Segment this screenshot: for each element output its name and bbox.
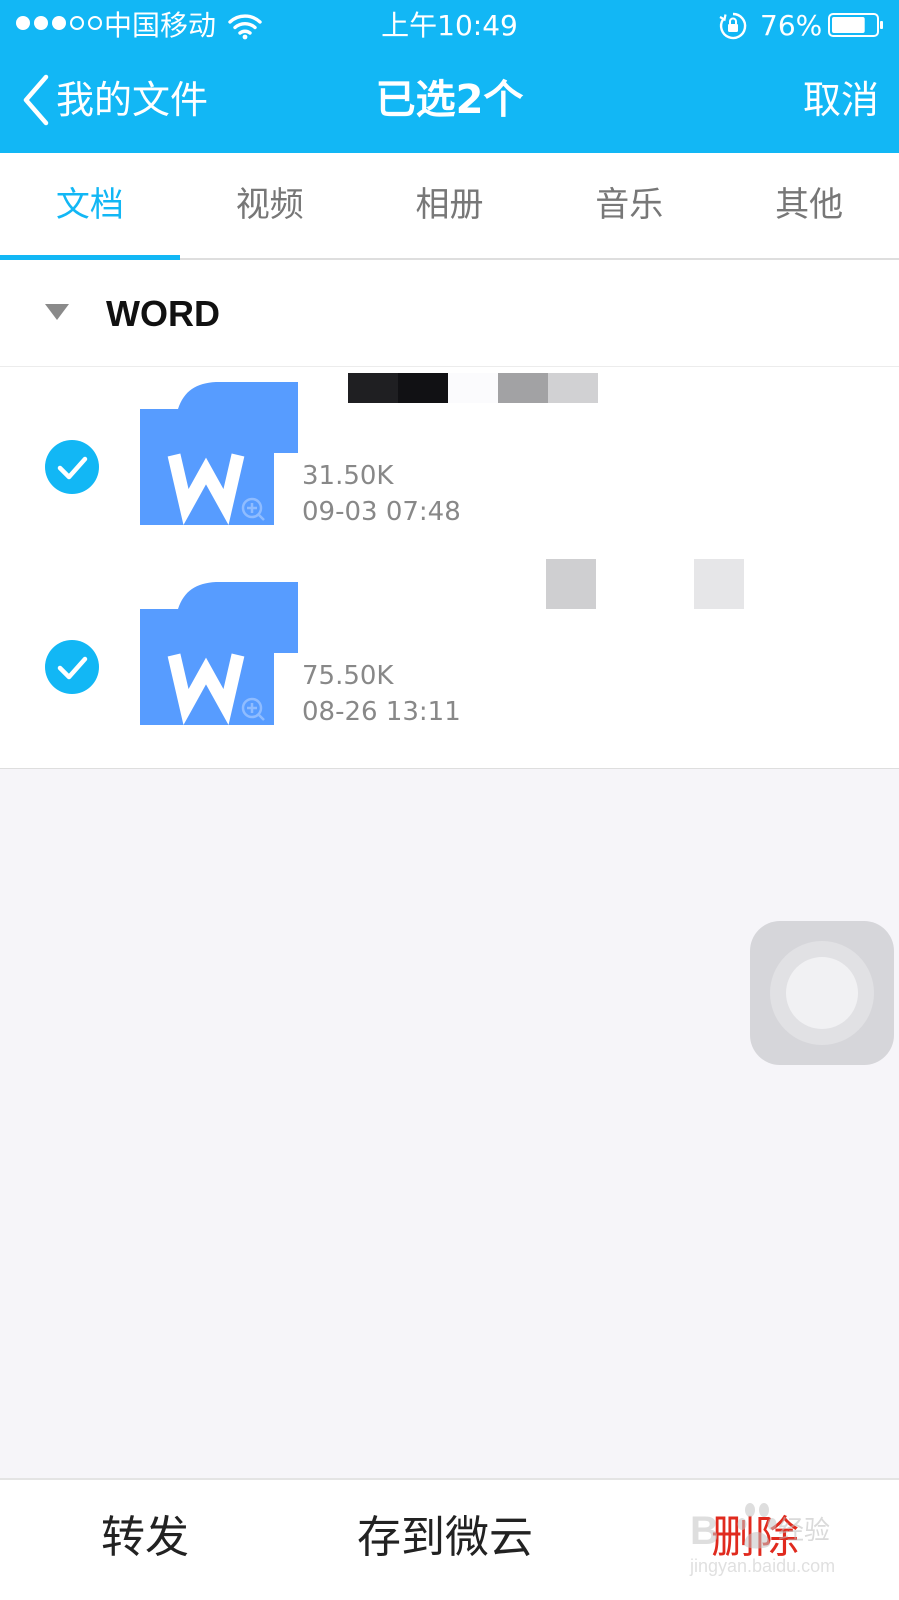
status-bar: 中国移动 上午10:49 76% xyxy=(0,0,899,52)
tab-videos[interactable]: 视频 xyxy=(180,153,360,258)
collapse-triangle-icon xyxy=(45,304,69,320)
tab-other[interactable]: 其他 xyxy=(719,153,899,258)
tab-music[interactable]: 音乐 xyxy=(539,153,719,258)
delete-button[interactable]: 删除 xyxy=(690,1480,820,1600)
save-to-weiyun-button[interactable]: 存到微云 xyxy=(340,1480,550,1600)
orientation-lock-icon xyxy=(719,12,747,40)
file-list: 31.50K 09-03 07:48 75.50K 08-26 13:11 xyxy=(0,367,899,769)
tab-albums[interactable]: 相册 xyxy=(360,153,540,258)
selected-check-icon[interactable] xyxy=(45,640,99,694)
file-size: 75.50K xyxy=(302,661,394,691)
file-date: 09-03 07:48 xyxy=(302,497,461,527)
app-header: 中国移动 上午10:49 76% 我的文件 已选2个 取消 xyxy=(0,0,899,153)
section-title: WORD xyxy=(106,293,220,334)
file-item[interactable]: 75.50K 08-26 13:11 xyxy=(0,559,899,767)
word-section-header[interactable]: WORD xyxy=(0,260,899,367)
battery-percent: 76% xyxy=(760,9,823,42)
nav-bar: 我的文件 已选2个 取消 xyxy=(0,52,899,153)
selected-check-icon[interactable] xyxy=(45,440,99,494)
chevron-left-icon xyxy=(23,74,49,126)
redacted-filename xyxy=(546,559,746,609)
battery-icon xyxy=(828,13,883,37)
back-label: 我的文件 xyxy=(56,78,209,122)
tab-documents[interactable]: 文档 xyxy=(0,153,180,260)
cancel-button[interactable]: 取消 xyxy=(803,70,879,130)
forward-button[interactable]: 转发 xyxy=(80,1480,210,1600)
category-tabs: 文档 视频 相册 音乐 其他 xyxy=(0,153,899,260)
redacted-filename xyxy=(348,373,598,403)
assistive-touch-button[interactable] xyxy=(750,921,894,1065)
back-button[interactable]: 我的文件 xyxy=(18,70,208,130)
word-file-icon xyxy=(140,382,298,525)
bottom-action-bar: 转发 存到微云 删除 xyxy=(0,1478,899,1600)
word-file-icon xyxy=(140,582,298,725)
file-item[interactable]: 31.50K 09-03 07:48 xyxy=(0,367,899,567)
file-size: 31.50K xyxy=(302,461,394,491)
file-date: 08-26 13:11 xyxy=(302,697,461,727)
